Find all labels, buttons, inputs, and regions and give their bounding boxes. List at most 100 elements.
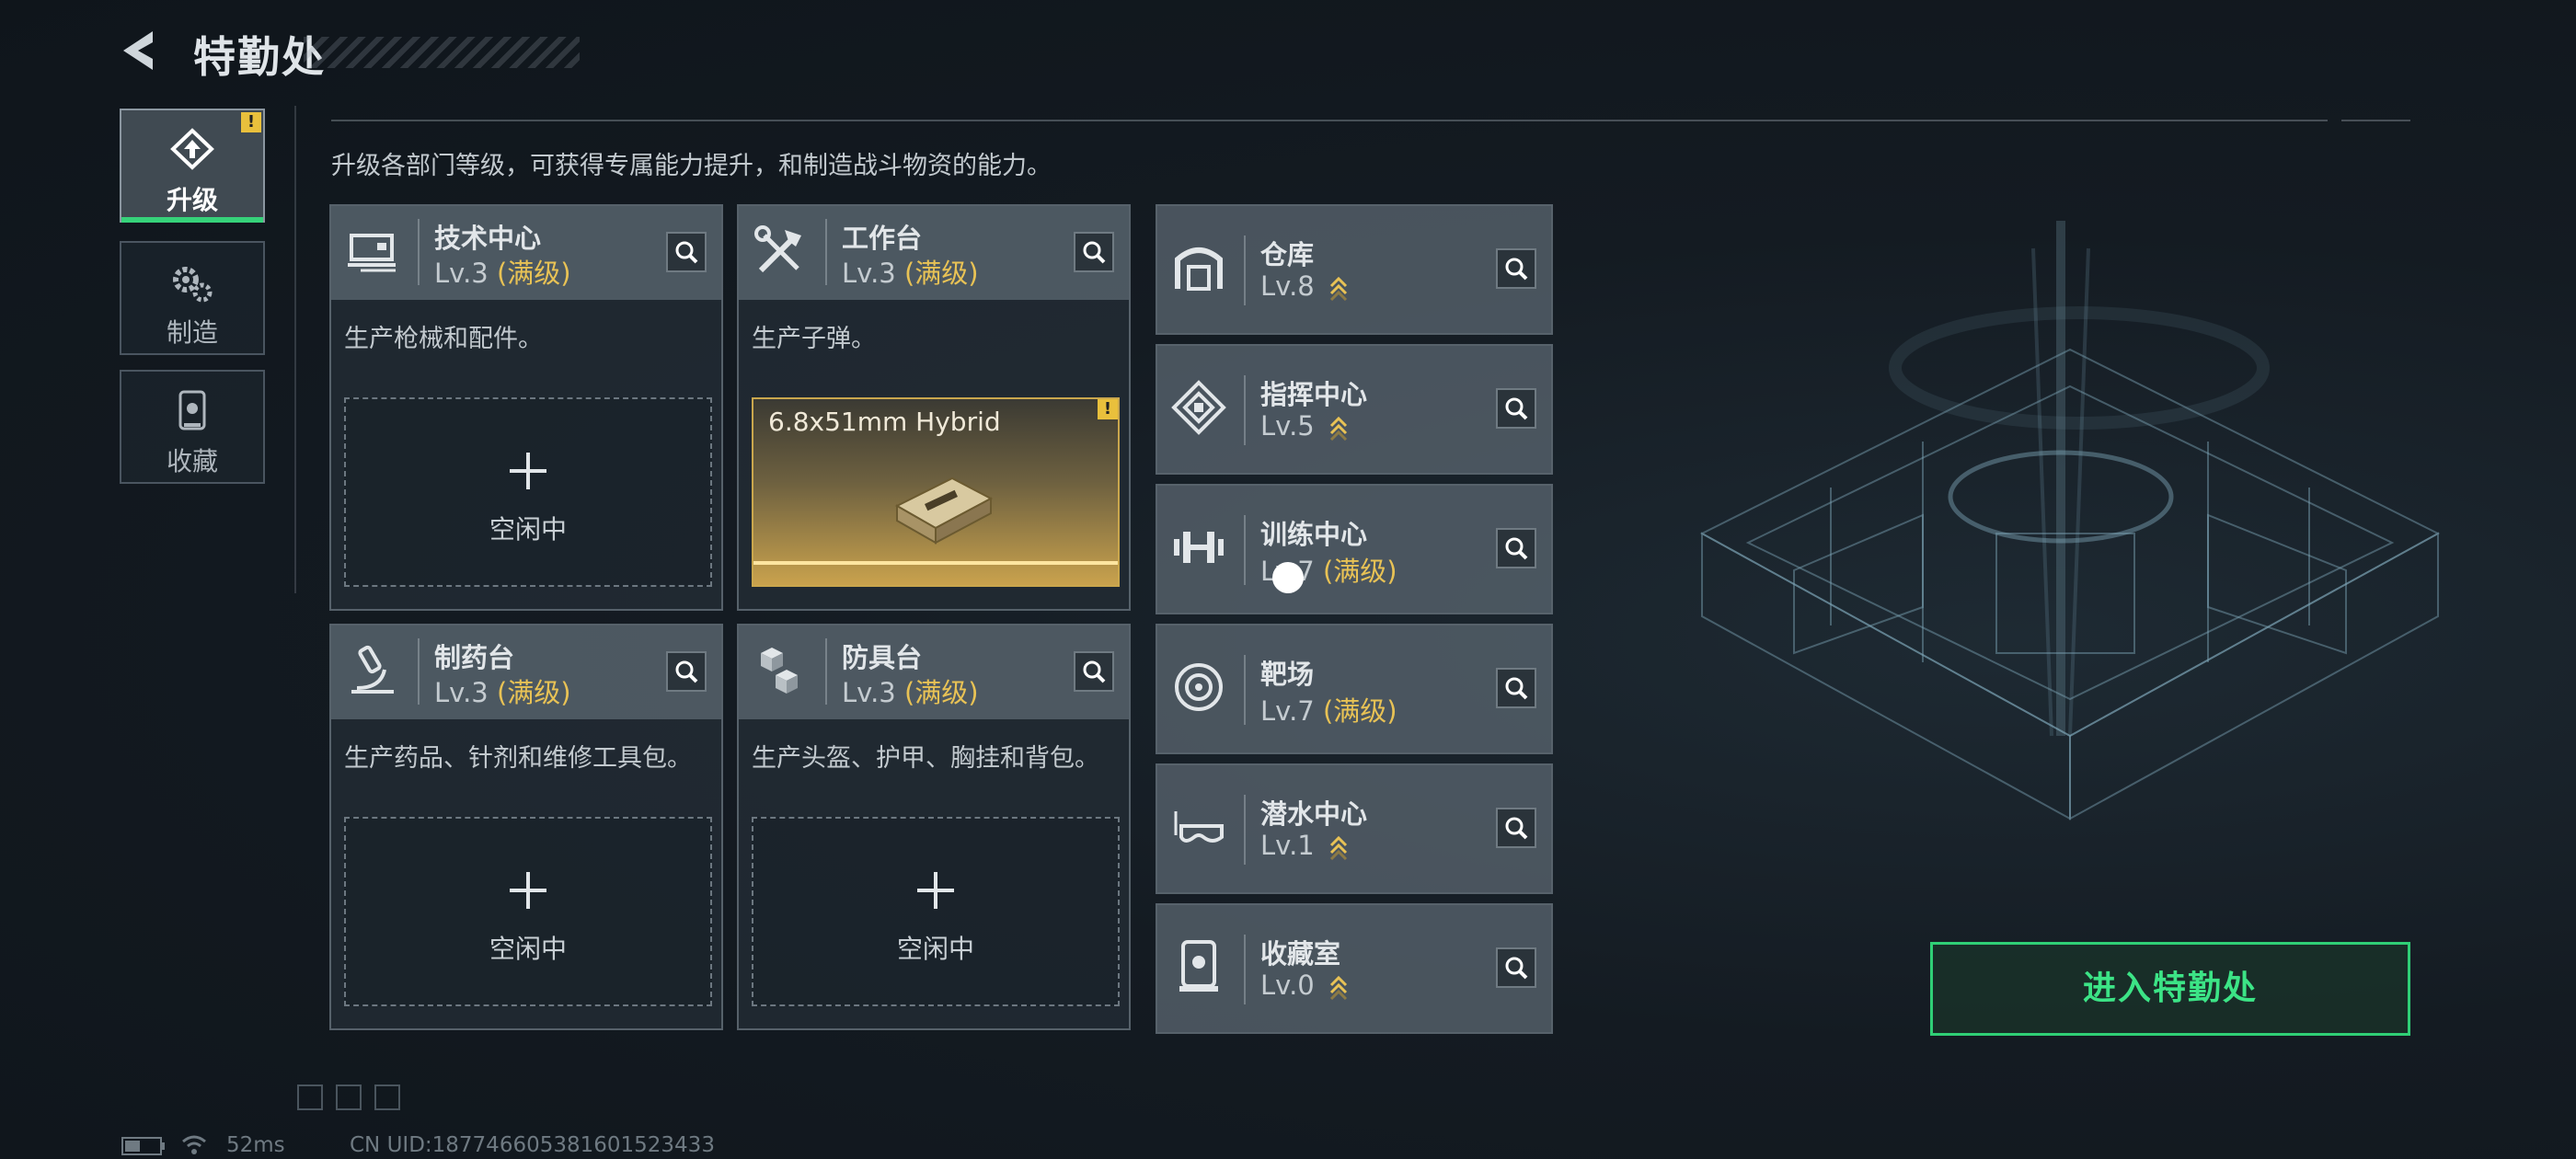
card-header: 工作台 Lv.3 (满级) <box>739 206 1129 300</box>
card-header: 制药台 Lv.3 (满级) <box>331 625 721 719</box>
search-icon <box>1505 537 1528 560</box>
max-level-tag: (满级) <box>903 677 979 708</box>
tab-manufacture-label: 制造 <box>166 317 218 348</box>
search-button[interactable] <box>666 651 707 692</box>
tab-upgrade-label: 升级 <box>166 185 218 215</box>
alert-badge: ! <box>241 112 261 132</box>
base-wireframe-illustration <box>1699 221 2441 820</box>
search-button[interactable] <box>1074 651 1114 692</box>
facility-level: Lv.5 <box>1260 410 1349 442</box>
command-center-icon <box>1171 380 1226 435</box>
warehouse-icon <box>1175 247 1223 291</box>
facility-name: 指挥中心 <box>1260 379 1368 410</box>
dept-name: 防具台 <box>842 642 923 673</box>
production-slot[interactable]: 空闲中 <box>752 817 1120 1006</box>
production-slot[interactable]: 空闲中 <box>344 817 712 1006</box>
facility-name: 收藏室 <box>1260 938 1341 970</box>
facility-name: 训练中心 <box>1260 519 1368 550</box>
max-level-tag: (满级) <box>1322 556 1397 587</box>
search-icon <box>1505 817 1528 840</box>
search-button[interactable] <box>1496 388 1536 429</box>
dept-description: 生产子弹。 <box>752 325 876 353</box>
search-icon <box>675 241 698 264</box>
max-level-tag: (满级) <box>496 677 571 708</box>
search-button[interactable] <box>1496 528 1536 568</box>
collection-icon <box>178 390 206 430</box>
dept-level: Lv.3 (满级) <box>434 677 571 708</box>
dept-name: 制药台 <box>434 642 515 673</box>
max-level-tag: (满级) <box>496 258 571 289</box>
facility-diving-center[interactable]: 潜水中心 Lv.1 <box>1156 763 1553 894</box>
max-level-tag: (满级) <box>903 258 979 289</box>
decorative-squares <box>297 1084 400 1110</box>
gears-icon <box>173 267 213 303</box>
upgrade-icon <box>170 128 214 170</box>
display-case-icon <box>1179 940 1218 992</box>
dept-name: 技术中心 <box>434 223 542 254</box>
slot-status: 空闲中 <box>489 934 567 964</box>
dept-card-workbench[interactable]: 工作台 Lv.3 (满级) 生产子弹。 6.8x51mm Hybrid ! <box>737 204 1131 611</box>
microscope-icon <box>351 645 394 694</box>
facility-collection-room[interactable]: 收藏室 Lv.0 <box>1156 903 1553 1034</box>
alert-badge: ! <box>1098 399 1118 419</box>
back-arrow-icon[interactable] <box>118 28 164 74</box>
tab-collection-label: 收藏 <box>166 446 218 476</box>
search-button[interactable] <box>1496 248 1536 289</box>
tab-manufacture[interactable]: 制造 <box>120 241 265 355</box>
crafting-item-name: 6.8x51mm Hybrid <box>768 407 1001 437</box>
dept-card-armor-bench[interactable]: 防具台 Lv.3 (满级) 生产头盔、护甲、胸挂和背包。 空闲中 <box>737 624 1131 1030</box>
ping-readout: 52ms <box>226 1133 285 1157</box>
dept-level: Lv.3 (满级) <box>842 677 979 708</box>
upgrade-arrows-icon <box>1329 276 1348 301</box>
production-slot[interactable]: 空闲中 <box>344 397 712 587</box>
tab-upgrade[interactable]: 升级 ! <box>120 109 265 223</box>
search-button[interactable] <box>1496 947 1536 988</box>
crafting-item-slot[interactable]: 6.8x51mm Hybrid ! <box>752 397 1120 587</box>
search-icon <box>1505 397 1528 420</box>
dept-name: 工作台 <box>842 223 923 254</box>
wifi-icon <box>182 1135 206 1154</box>
tech-center-icon <box>348 234 396 272</box>
facility-shooting-range[interactable]: 靶场 Lv.7 (满级) <box>1156 624 1553 754</box>
divider <box>331 120 2328 121</box>
search-button[interactable] <box>1496 808 1536 848</box>
slot-status: 空闲中 <box>896 934 974 964</box>
upgrade-arrows-icon <box>1329 975 1348 1000</box>
facility-level: Lv.0 <box>1260 970 1349 1001</box>
facility-training-center[interactable]: 训练中心 Lv.7 (满级) <box>1156 484 1553 614</box>
facility-name: 仓库 <box>1260 239 1315 270</box>
slot-status: 空闲中 <box>489 514 567 545</box>
dept-level: Lv.3 (满级) <box>434 258 571 289</box>
search-button[interactable] <box>666 232 707 272</box>
search-icon <box>675 660 698 683</box>
facility-command-center[interactable]: 指挥中心 Lv.5 <box>1156 344 1553 475</box>
facility-warehouse[interactable]: 仓库 Lv.8 <box>1156 204 1553 335</box>
dept-description: 生产头盔、护甲、胸挂和背包。 <box>752 744 1099 773</box>
upgrade-arrows-icon <box>1329 835 1348 860</box>
card-header: 防具台 Lv.3 (满级) <box>739 625 1129 719</box>
search-icon <box>1505 677 1528 700</box>
dept-description: 生产枪械和配件。 <box>344 325 543 353</box>
dept-description: 生产药品、针剂和维修工具包。 <box>344 744 692 773</box>
search-button[interactable] <box>1496 668 1536 708</box>
dumbbell-icon <box>1174 532 1224 563</box>
page-description: 升级各部门等级，可获得专属能力提升，和制造战斗物资的能力。 <box>331 152 1052 180</box>
facility-level: Lv.1 <box>1260 830 1349 861</box>
dept-level: Lv.3 (满级) <box>842 258 979 289</box>
tab-collection[interactable]: 收藏 <box>120 370 265 484</box>
player-uid: CN UID:18774660538160152343​3 <box>350 1133 715 1157</box>
dept-card-pharmacy[interactable]: 制药台 Lv.3 (满级) 生产药品、针剂和维修工具包。 空闲中 <box>329 624 723 1030</box>
crafting-progress-bar <box>753 561 1118 565</box>
workbench-icon <box>754 225 801 273</box>
armor-bench-icon <box>761 648 798 694</box>
plus-icon <box>510 453 546 489</box>
card-header: 技术中心 Lv.3 (满级) <box>331 206 721 300</box>
search-icon <box>1083 241 1106 264</box>
dept-card-tech-center[interactable]: 技术中心 Lv.3 (满级) 生产枪械和配件。 空闲中 <box>329 204 723 611</box>
search-button[interactable] <box>1074 232 1114 272</box>
plus-icon <box>917 872 954 909</box>
upgrade-arrows-icon <box>1329 416 1348 441</box>
enter-special-ops-button[interactable]: 进入特勤处 <box>1930 942 2410 1036</box>
touch-cursor <box>1272 562 1304 593</box>
facility-level: Lv.7 (满级) <box>1260 695 1397 727</box>
